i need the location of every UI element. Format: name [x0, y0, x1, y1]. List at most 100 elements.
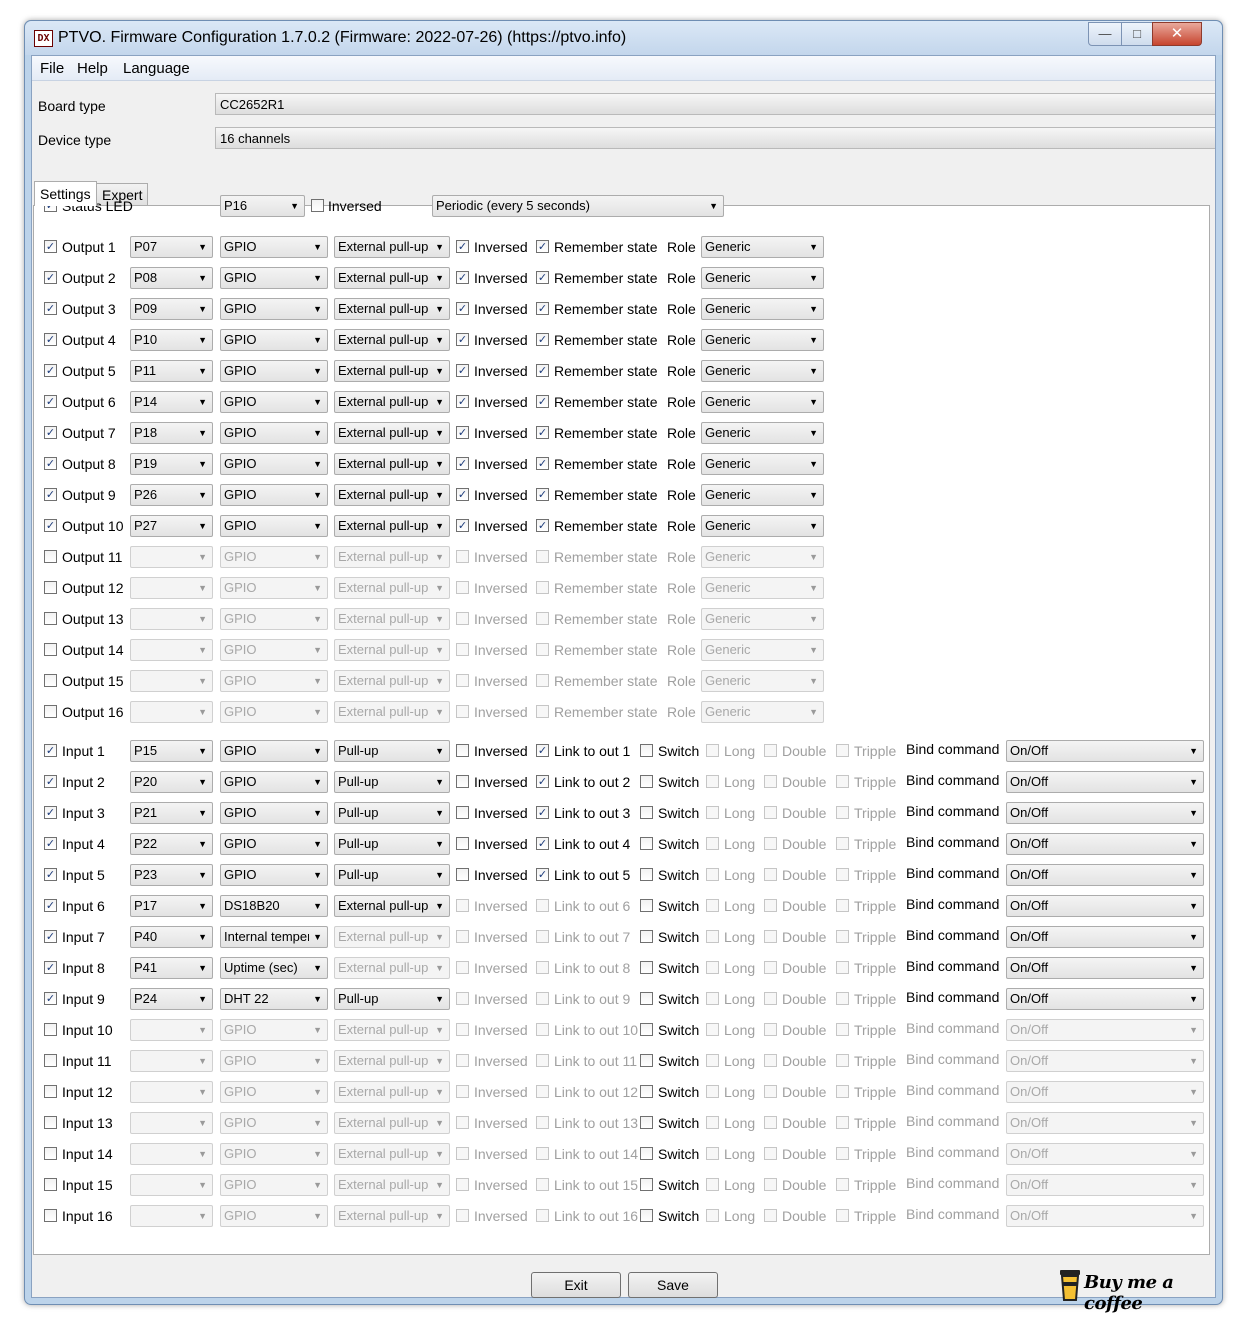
output-16-pull-select[interactable]: External pull-up ▼	[334, 701, 450, 723]
input-1-long-checkbox[interactable]	[706, 744, 719, 757]
input-8-pin-select[interactable]: P41 ▼	[130, 957, 213, 979]
input-8-type-select[interactable]: Uptime (sec) ▼	[220, 957, 328, 979]
input-9-inversed-checkbox[interactable]	[456, 992, 469, 1005]
output-8-pin-select[interactable]: P19 ▼	[130, 453, 213, 475]
output-7-pull-select[interactable]: External pull-up ▼	[334, 422, 450, 444]
input-14-checkbox[interactable]	[44, 1147, 57, 1160]
input-11-double-checkbox[interactable]	[764, 1054, 777, 1067]
output-7-type-select[interactable]: GPIO ▼	[220, 422, 328, 444]
input-16-switch-checkbox[interactable]	[640, 1209, 653, 1222]
input-13-bind-select[interactable]: On/Off ▼	[1006, 1112, 1204, 1134]
input-13-pin-select[interactable]: ▼	[130, 1112, 213, 1134]
input-13-long-checkbox[interactable]	[706, 1116, 719, 1129]
minimize-button[interactable]: —	[1088, 22, 1122, 46]
input-13-double-checkbox[interactable]	[764, 1116, 777, 1129]
output-15-inversed-checkbox[interactable]	[456, 674, 469, 687]
output-4-pin-select[interactable]: P10 ▼	[130, 329, 213, 351]
input-11-pin-select[interactable]: ▼	[130, 1050, 213, 1072]
input-5-tripple-checkbox[interactable]	[836, 868, 849, 881]
input-11-link-checkbox[interactable]	[536, 1054, 549, 1067]
input-10-pin-select[interactable]: ▼	[130, 1019, 213, 1041]
output-7-checkbox[interactable]: ✓	[44, 426, 57, 439]
output-8-type-select[interactable]: GPIO ▼	[220, 453, 328, 475]
output-15-remember-checkbox[interactable]	[536, 674, 549, 687]
output-1-remember-checkbox[interactable]: ✓	[536, 240, 549, 253]
output-4-remember-checkbox[interactable]: ✓	[536, 333, 549, 346]
output-11-remember-checkbox[interactable]	[536, 550, 549, 563]
menu-language[interactable]: Language	[123, 60, 190, 77]
input-9-tripple-checkbox[interactable]	[836, 992, 849, 1005]
input-5-long-checkbox[interactable]	[706, 868, 719, 881]
input-6-tripple-checkbox[interactable]	[836, 899, 849, 912]
output-5-remember-checkbox[interactable]: ✓	[536, 364, 549, 377]
input-8-inversed-checkbox[interactable]	[456, 961, 469, 974]
input-2-tripple-checkbox[interactable]	[836, 775, 849, 788]
output-10-inversed-checkbox[interactable]: ✓	[456, 519, 469, 532]
input-15-bind-select[interactable]: On/Off ▼	[1006, 1174, 1204, 1196]
input-11-tripple-checkbox[interactable]	[836, 1054, 849, 1067]
exit-button[interactable]: Exit	[531, 1272, 621, 1298]
input-6-bind-select[interactable]: On/Off ▼	[1006, 895, 1204, 917]
input-13-switch-checkbox[interactable]	[640, 1116, 653, 1129]
input-1-type-select[interactable]: GPIO ▼	[220, 740, 328, 762]
input-12-tripple-checkbox[interactable]	[836, 1085, 849, 1098]
output-6-role-select[interactable]: Generic ▼	[701, 391, 824, 413]
input-8-double-checkbox[interactable]	[764, 961, 777, 974]
output-11-checkbox[interactable]	[44, 550, 57, 563]
input-2-pull-select[interactable]: Pull-up ▼	[334, 771, 450, 793]
output-16-remember-checkbox[interactable]	[536, 705, 549, 718]
input-7-link-checkbox[interactable]	[536, 930, 549, 943]
input-12-pin-select[interactable]: ▼	[130, 1081, 213, 1103]
output-9-remember-checkbox[interactable]: ✓	[536, 488, 549, 501]
input-6-pull-select[interactable]: External pull-up ▼	[334, 895, 450, 917]
input-14-link-checkbox[interactable]	[536, 1147, 549, 1160]
output-12-checkbox[interactable]	[44, 581, 57, 594]
input-13-inversed-checkbox[interactable]	[456, 1116, 469, 1129]
input-7-type-select[interactable]: Internal temperature ▼	[220, 926, 328, 948]
input-8-checkbox[interactable]: ✓	[44, 961, 57, 974]
output-11-pin-select[interactable]: ▼	[130, 546, 213, 568]
input-11-checkbox[interactable]	[44, 1054, 57, 1067]
output-10-role-select[interactable]: Generic ▼	[701, 515, 824, 537]
output-1-inversed-checkbox[interactable]: ✓	[456, 240, 469, 253]
input-12-switch-checkbox[interactable]	[640, 1085, 653, 1098]
output-2-role-select[interactable]: Generic ▼	[701, 267, 824, 289]
output-11-inversed-checkbox[interactable]	[456, 550, 469, 563]
input-15-checkbox[interactable]	[44, 1178, 57, 1191]
input-14-double-checkbox[interactable]	[764, 1147, 777, 1160]
output-11-type-select[interactable]: GPIO ▼	[220, 546, 328, 568]
output-15-type-select[interactable]: GPIO ▼	[220, 670, 328, 692]
output-14-remember-checkbox[interactable]	[536, 643, 549, 656]
input-4-link-checkbox[interactable]: ✓	[536, 837, 549, 850]
output-16-role-select[interactable]: Generic ▼	[701, 701, 824, 723]
input-8-long-checkbox[interactable]	[706, 961, 719, 974]
input-12-type-select[interactable]: GPIO ▼	[220, 1081, 328, 1103]
output-3-type-select[interactable]: GPIO ▼	[220, 298, 328, 320]
input-4-inversed-checkbox[interactable]	[456, 837, 469, 850]
input-6-checkbox[interactable]: ✓	[44, 899, 57, 912]
input-1-tripple-checkbox[interactable]	[836, 744, 849, 757]
input-14-long-checkbox[interactable]	[706, 1147, 719, 1160]
output-14-checkbox[interactable]	[44, 643, 57, 656]
input-16-link-checkbox[interactable]	[536, 1209, 549, 1222]
input-11-long-checkbox[interactable]	[706, 1054, 719, 1067]
input-4-long-checkbox[interactable]	[706, 837, 719, 850]
output-7-inversed-checkbox[interactable]: ✓	[456, 426, 469, 439]
output-16-pin-select[interactable]: ▼	[130, 701, 213, 723]
input-8-link-checkbox[interactable]	[536, 961, 549, 974]
output-5-checkbox[interactable]: ✓	[44, 364, 57, 377]
output-15-pin-select[interactable]: ▼	[130, 670, 213, 692]
input-6-inversed-checkbox[interactable]	[456, 899, 469, 912]
input-16-inversed-checkbox[interactable]	[456, 1209, 469, 1222]
input-11-inversed-checkbox[interactable]	[456, 1054, 469, 1067]
input-12-inversed-checkbox[interactable]	[456, 1085, 469, 1098]
input-7-checkbox[interactable]: ✓	[44, 930, 57, 943]
menu-file[interactable]: File	[40, 60, 64, 77]
input-14-type-select[interactable]: GPIO ▼	[220, 1143, 328, 1165]
output-13-inversed-checkbox[interactable]	[456, 612, 469, 625]
output-5-pull-select[interactable]: External pull-up ▼	[334, 360, 450, 382]
output-13-role-select[interactable]: Generic ▼	[701, 608, 824, 630]
input-4-tripple-checkbox[interactable]	[836, 837, 849, 850]
input-9-link-checkbox[interactable]	[536, 992, 549, 1005]
output-8-role-select[interactable]: Generic ▼	[701, 453, 824, 475]
